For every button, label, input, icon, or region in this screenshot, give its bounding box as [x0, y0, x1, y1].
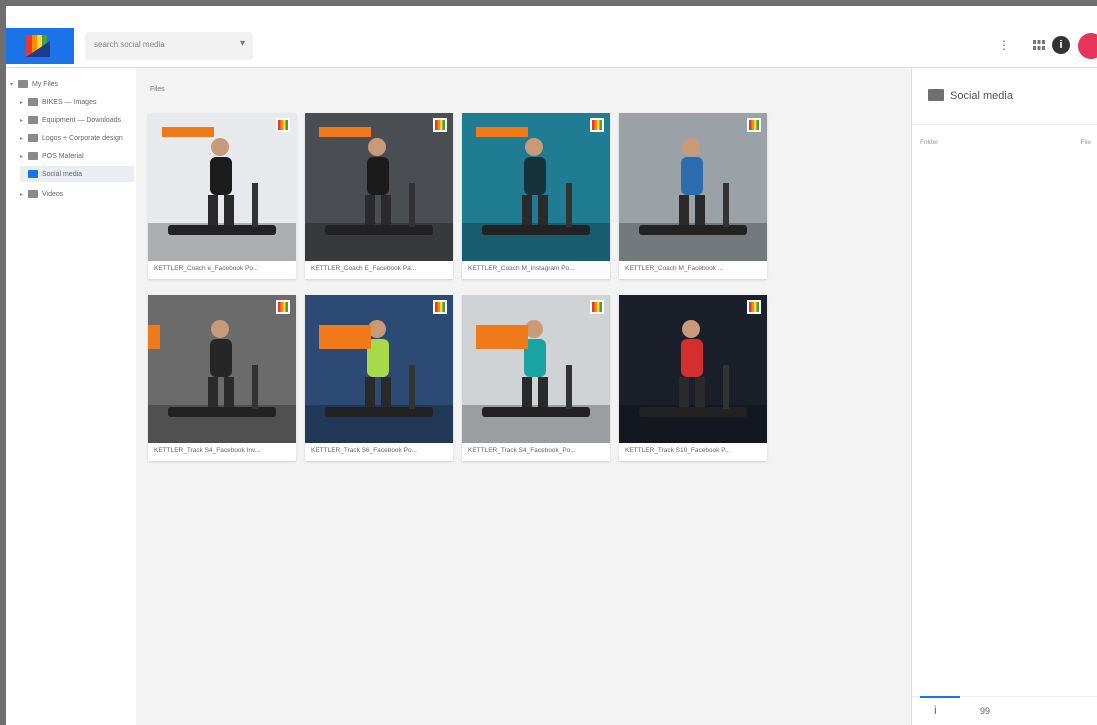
- brand-badge-icon: [590, 118, 604, 132]
- tree-item-label: Logos + Corporate design: [42, 134, 123, 142]
- fitness-photo: [462, 295, 610, 443]
- promo-banner: [319, 325, 371, 349]
- divider: [912, 124, 1097, 125]
- search-input[interactable]: search social media ▾: [85, 32, 253, 60]
- folder-icon: [18, 80, 28, 88]
- brand-badge-icon: [747, 118, 761, 132]
- fitness-photo: [619, 113, 767, 261]
- folder-icon: [28, 116, 38, 124]
- tree-item-label: My Files: [32, 80, 59, 88]
- fitness-photo: [619, 295, 767, 443]
- file-thumbnail[interactable]: [619, 295, 767, 443]
- grid-view-icon[interactable]: [1032, 38, 1046, 52]
- brand-badge-icon: [747, 300, 761, 314]
- brand-badge-icon: [276, 300, 290, 314]
- file-card[interactable]: KETTLER_Coach e_Facebook Po...: [148, 113, 296, 279]
- brand-badge-icon: [276, 118, 290, 132]
- file-name: KETTLER_Coach M_Facebook ...: [625, 265, 724, 272]
- brand-badge-icon: [433, 300, 447, 314]
- file-name: KETTLER_Track S4_Facebook_Po...: [468, 447, 576, 454]
- file-thumbnail[interactable]: [619, 113, 767, 261]
- file-thumbnail[interactable]: [305, 113, 453, 261]
- file-card[interactable]: KETTLER_Coach M_Facebook ...: [619, 113, 767, 279]
- fitness-photo: [305, 295, 453, 443]
- folder-tree: ▾ My Files ▸ BIKES — Images ▸ Equipment — D…: [6, 68, 136, 725]
- folder-icon: [28, 98, 38, 106]
- tree-item-label: Social media: [42, 170, 83, 178]
- section-label: Files: [150, 86, 165, 93]
- more-vert-icon[interactable]: ⋮: [998, 38, 1010, 52]
- expand-arrow-icon[interactable]: ▸: [20, 99, 28, 106]
- tree-item-equipment[interactable]: ▸ Equipment — Downloads: [20, 112, 134, 128]
- details-tabs: i 99: [912, 696, 1097, 725]
- folder-icon: [28, 190, 38, 198]
- details-panel: Social media Folder File i 99: [911, 68, 1097, 725]
- file-thumbnail[interactable]: [305, 295, 453, 443]
- tree-item-bikes[interactable]: ▸ BIKES — Images: [20, 94, 134, 110]
- top-bar: search social media ▾ ⋮ i: [6, 6, 1097, 68]
- file-card[interactable]: KETTLER_Track S10_Facebook P...: [619, 295, 767, 461]
- file-thumbnail[interactable]: [148, 295, 296, 443]
- search-placeholder: search social media: [94, 40, 165, 49]
- avatar[interactable]: [1078, 33, 1097, 59]
- expand-arrow-icon[interactable]: ▸: [20, 135, 28, 142]
- file-name: KETTLER_Coach e_Facebook Po...: [154, 265, 259, 272]
- folder-icon: [28, 152, 38, 160]
- folder-icon: [28, 170, 38, 178]
- tree-item-label: BIKES — Images: [42, 98, 97, 106]
- tree-item-videos[interactable]: ▸ Videos: [20, 186, 134, 202]
- file-name: KETTLER_Track S6_Facebook Po...: [311, 447, 417, 454]
- file-name: KETTLER_Coach E_Facebook Pa...: [311, 265, 417, 272]
- tree-item-my-files[interactable]: ▾ My Files: [10, 76, 134, 92]
- fitness-photo: [148, 295, 296, 443]
- file-thumbnail[interactable]: [462, 113, 610, 261]
- details-title: Social media: [950, 90, 1013, 102]
- tree-item-label: Videos: [42, 190, 64, 198]
- rainbow-logo-icon: [26, 35, 50, 57]
- expand-arrow-icon[interactable]: ▾: [10, 81, 18, 88]
- tree-item-social-media[interactable]: Social media: [20, 166, 134, 182]
- folder-icon: [28, 134, 38, 142]
- expand-arrow-icon[interactable]: ▸: [20, 153, 28, 160]
- file-card[interactable]: KETTLER_Coach E_Facebook Pa...: [305, 113, 453, 279]
- tree-item-label: Equipment — Downloads: [42, 116, 121, 124]
- promo-banner: [148, 325, 160, 349]
- file-name: KETTLER_Track S10_Facebook P...: [625, 447, 731, 454]
- file-card[interactable]: KETTLER_Track S4_Facebook Inv...: [148, 295, 296, 461]
- chevron-down-icon[interactable]: ▾: [240, 38, 245, 49]
- promo-banner: [319, 127, 371, 137]
- brand-badge-icon: [433, 118, 447, 132]
- expand-arrow-icon[interactable]: ▸: [20, 191, 28, 198]
- app-logo[interactable]: [6, 28, 74, 64]
- file-card[interactable]: KETTLER_Track S6_Facebook Po...: [305, 295, 453, 461]
- file-thumbnail[interactable]: [148, 113, 296, 261]
- tree-item-label: POS Material: [42, 152, 84, 160]
- details-row-label: Folder: [920, 139, 939, 146]
- brand-badge-icon: [590, 300, 604, 314]
- file-name: KETTLER_Coach M_Instagram Po...: [468, 265, 575, 272]
- file-card[interactable]: KETTLER_Coach M_Instagram Po...: [462, 113, 610, 279]
- file-card[interactable]: KETTLER_Track S4_Facebook_Po...: [462, 295, 610, 461]
- expand-arrow-icon[interactable]: ▸: [20, 117, 28, 124]
- tab-info-icon[interactable]: i: [921, 696, 958, 717]
- tab-tags-icon[interactable]: 99: [980, 706, 990, 716]
- file-thumbnail[interactable]: [462, 295, 610, 443]
- file-name: KETTLER_Track S4_Facebook Inv...: [154, 447, 261, 454]
- promo-banner: [476, 127, 528, 137]
- folder-icon: [928, 89, 944, 101]
- tree-item-logos[interactable]: ▸ Logos + Corporate design: [20, 130, 134, 146]
- promo-banner: [162, 127, 214, 137]
- details-row-value: File: [1080, 139, 1091, 146]
- file-grid-area: Files KETTLER_Coach e_Facebook Po... KETT…: [136, 68, 911, 725]
- promo-banner: [476, 325, 528, 349]
- tree-item-pos[interactable]: ▸ POS Material: [20, 148, 134, 164]
- info-icon[interactable]: i: [1052, 36, 1070, 54]
